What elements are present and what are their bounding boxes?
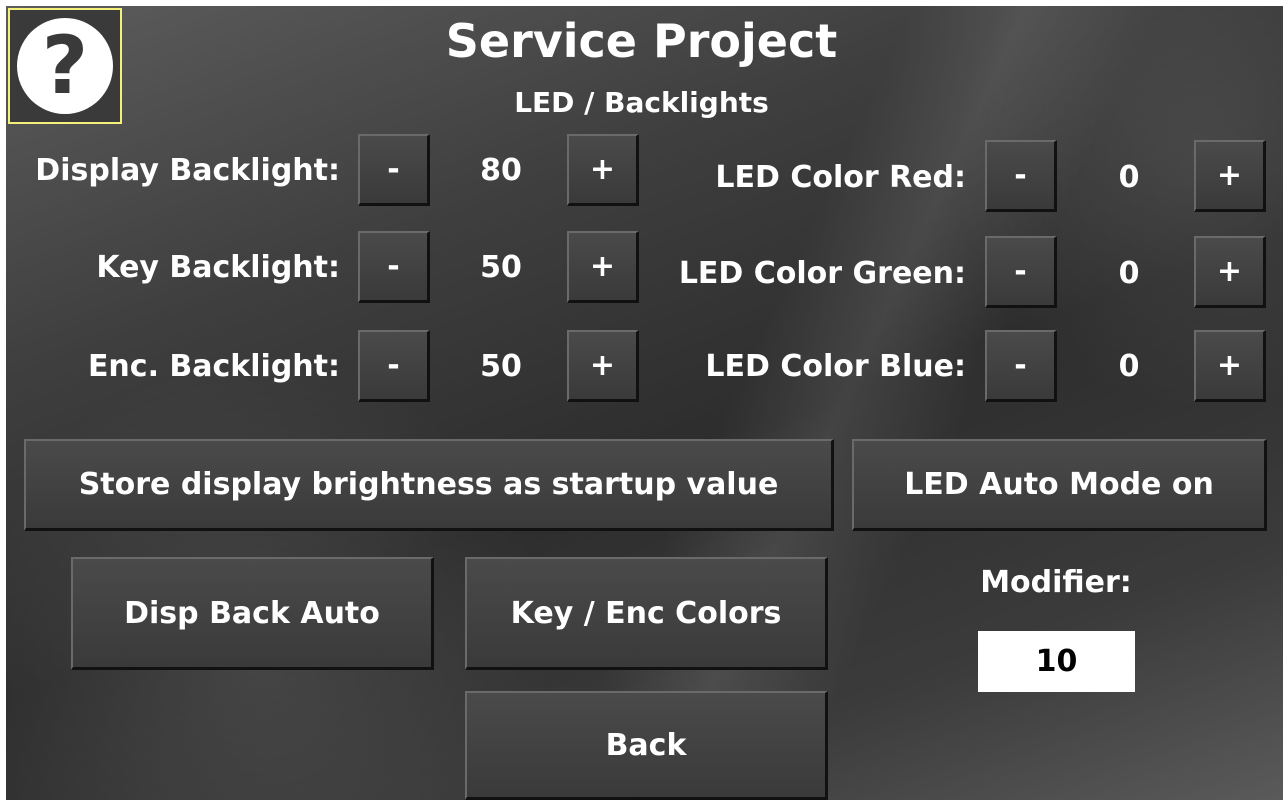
led-blue-minus-button[interactable]: - xyxy=(985,330,1057,402)
enc-backlight-value: 50 xyxy=(480,349,522,384)
key-backlight-minus-button[interactable]: - xyxy=(358,231,430,303)
enc-backlight-label: Enc. Backlight: xyxy=(87,349,340,384)
led-red-minus-button[interactable]: - xyxy=(985,140,1057,212)
display-backlight-plus-button[interactable]: + xyxy=(567,134,639,206)
store-brightness-button[interactable]: Store display brightness as startup valu… xyxy=(24,439,834,531)
display-backlight-value: 80 xyxy=(480,153,522,188)
led-blue-label: LED Color Blue: xyxy=(705,349,966,384)
enc-backlight-plus-button[interactable]: + xyxy=(567,330,639,402)
back-button[interactable]: Back xyxy=(465,691,828,800)
key-backlight-label: Key Backlight: xyxy=(96,250,340,285)
key-backlight-value: 50 xyxy=(480,250,522,285)
page-subtitle: LED / Backlights xyxy=(514,86,769,119)
led-blue-plus-button[interactable]: + xyxy=(1194,330,1266,402)
led-auto-mode-button[interactable]: LED Auto Mode on xyxy=(852,439,1267,531)
key-enc-colors-button[interactable]: Key / Enc Colors xyxy=(465,557,828,670)
led-green-minus-button[interactable]: - xyxy=(985,236,1057,308)
modifier-input[interactable]: 10 xyxy=(978,631,1135,692)
enc-backlight-minus-button[interactable]: - xyxy=(358,330,430,402)
page-title: Service Project xyxy=(445,14,838,68)
led-red-plus-button[interactable]: + xyxy=(1194,140,1266,212)
led-green-plus-button[interactable]: + xyxy=(1194,236,1266,308)
display-backlight-label: Display Backlight: xyxy=(35,153,340,188)
display-backlight-minus-button[interactable]: - xyxy=(358,134,430,206)
disp-back-auto-button[interactable]: Disp Back Auto xyxy=(71,557,434,670)
key-backlight-plus-button[interactable]: + xyxy=(567,231,639,303)
led-green-value: 0 xyxy=(1118,256,1140,291)
led-blue-value: 0 xyxy=(1118,349,1140,384)
led-red-label: LED Color Red: xyxy=(715,160,966,195)
modifier-label: Modifier: xyxy=(980,565,1132,600)
led-green-label: LED Color Green: xyxy=(678,256,966,291)
led-red-value: 0 xyxy=(1118,160,1140,195)
